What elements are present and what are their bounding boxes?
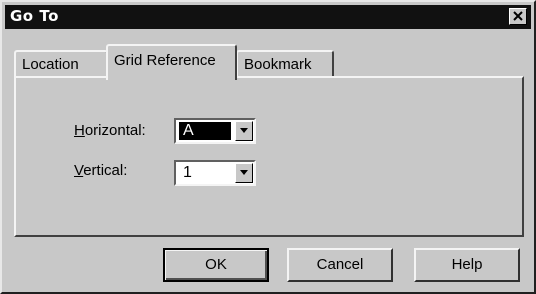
horizontal-label: Horizontal: xyxy=(74,122,146,139)
chevron-down-icon xyxy=(240,170,248,175)
horizontal-dropdown-button[interactable] xyxy=(235,121,253,141)
vertical-dropdown-button[interactable] xyxy=(235,163,253,183)
dialog-title: Go To xyxy=(10,7,59,25)
vertical-label-text: ertical: xyxy=(83,162,128,179)
title-bar[interactable]: Go To xyxy=(5,5,531,29)
vertical-label-mnemonic: V xyxy=(74,162,84,179)
tab-bookmark-label: Bookmark xyxy=(244,56,312,73)
horizontal-select[interactable]: A xyxy=(174,118,256,144)
ok-button[interactable]: OK xyxy=(163,248,269,282)
horizontal-label-mnemonic: H xyxy=(74,122,85,139)
vertical-select[interactable]: 1 xyxy=(174,160,256,186)
close-button[interactable] xyxy=(509,8,527,25)
tab-location-label: Location xyxy=(22,56,79,73)
cancel-button[interactable]: Cancel xyxy=(287,248,393,282)
help-button[interactable]: Help xyxy=(414,248,520,282)
horizontal-select-value: A xyxy=(179,122,231,140)
close-icon xyxy=(513,11,523,21)
tab-grid-reference[interactable]: Grid Reference xyxy=(106,44,237,80)
tab-grid-reference-label: Grid Reference xyxy=(114,52,216,69)
chevron-down-icon xyxy=(240,128,248,133)
vertical-select-value: 1 xyxy=(183,164,192,181)
grid-reference-panel: Horizontal: A Vertical: 1 xyxy=(14,76,524,237)
horizontal-label-text: orizontal: xyxy=(84,122,146,139)
vertical-label: Vertical: xyxy=(74,162,127,179)
tab-bookmark[interactable]: Bookmark xyxy=(236,50,334,78)
tab-location[interactable]: Location xyxy=(14,50,108,78)
